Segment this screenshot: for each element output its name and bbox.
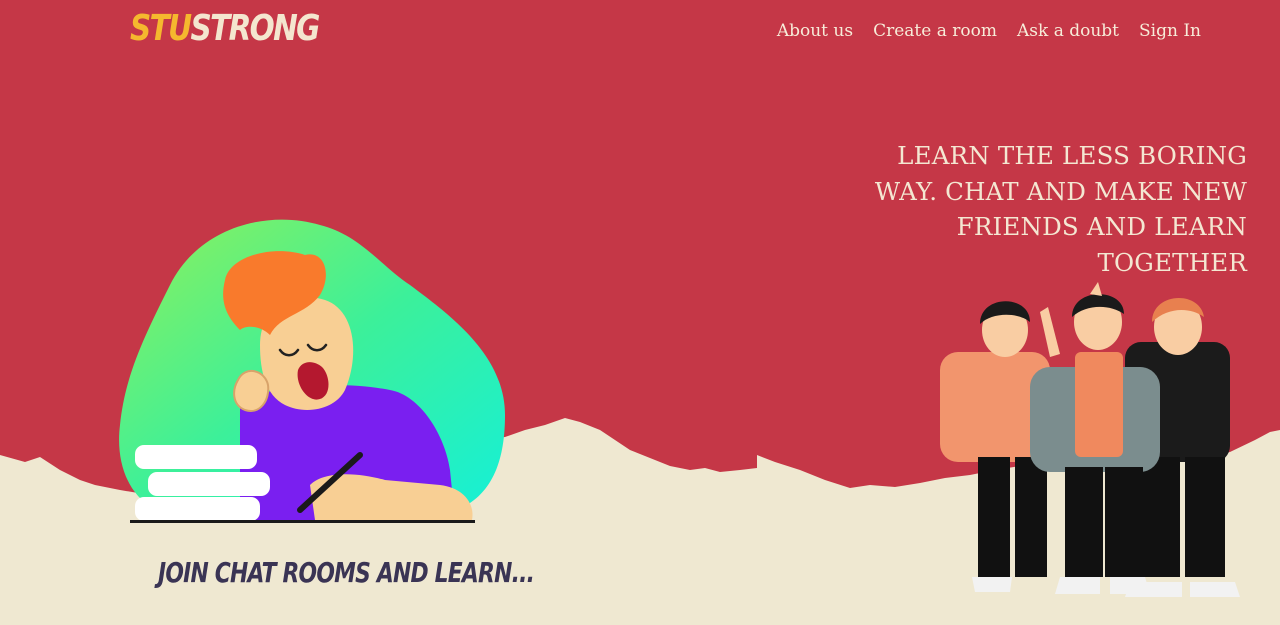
three-friends-illustration — [940, 282, 1240, 597]
logo-part-strong: STRONG — [190, 8, 320, 49]
studying-student-illustration — [119, 219, 506, 523]
nav-create-room[interactable]: Create a room — [873, 19, 997, 43]
site-logo[interactable]: STUSTRONG — [130, 7, 320, 51]
site-header: STUSTRONG About us Create a room Ask a d… — [0, 0, 1280, 64]
logo-part-stu: STU — [130, 8, 192, 49]
hero-tagline: LEARN THE LESS BORING WAY. CHAT AND MAKE… — [874, 141, 1247, 277]
main-nav: About us Create a room Ask a doubt Sign … — [777, 19, 1201, 43]
nav-ask-doubt[interactable]: Ask a doubt — [1017, 19, 1119, 43]
hero-caption: JOIN CHAT ROOMS AND LEARN... — [158, 556, 535, 589]
nav-about-us[interactable]: About us — [777, 19, 853, 43]
nav-sign-in[interactable]: Sign In — [1139, 19, 1201, 43]
